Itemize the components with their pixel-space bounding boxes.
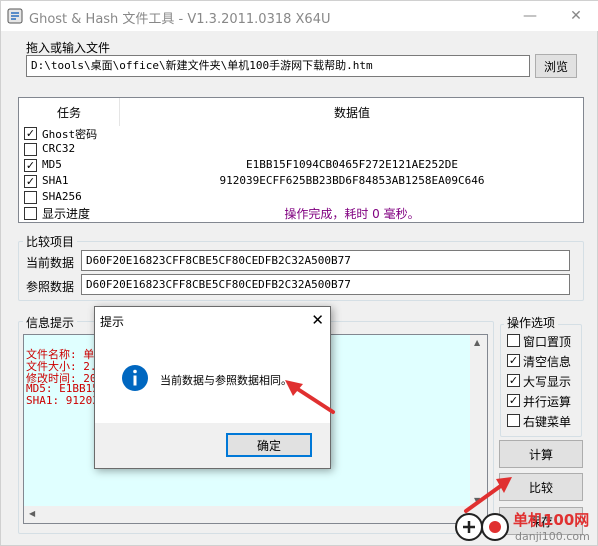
close-button[interactable]: ✕ bbox=[553, 1, 598, 31]
ok-button[interactable]: 确定 bbox=[226, 433, 312, 457]
close-icon: ✕ bbox=[570, 8, 582, 24]
current-data-input[interactable]: D60F20E16823CFF8CBE5CF80CEDFB2C32A500B77 bbox=[81, 250, 570, 271]
watermark-title: 单机100网 bbox=[513, 511, 590, 529]
checkbox-topmost[interactable] bbox=[507, 334, 520, 347]
checkbox-context-menu[interactable] bbox=[507, 414, 520, 427]
row-name: SHA1 bbox=[42, 174, 69, 187]
option-label: 并行运算 bbox=[523, 395, 572, 409]
row-name: 显示进度 bbox=[42, 207, 91, 221]
info-group-title: 信息提示 bbox=[23, 314, 78, 331]
row-name: Ghost密码 bbox=[42, 128, 98, 141]
row-value: E1BB15F1094CB0465F272E121AE252DE bbox=[246, 158, 458, 171]
row-value: 912039ECFF625BB23BD6F84853AB1258EA09C646 bbox=[219, 174, 485, 187]
table-row-sha256: SHA256 bbox=[19, 189, 583, 205]
row-name: CRC32 bbox=[42, 142, 76, 155]
dialog-close-icon[interactable]: ✕ bbox=[311, 311, 324, 329]
title-bar: Ghost & Hash 文件工具 - V1.3.2011.0318 X64U … bbox=[1, 1, 598, 31]
minimize-button[interactable]: — bbox=[507, 1, 553, 31]
reference-data-label: 参照数据 bbox=[26, 280, 75, 294]
checkbox-uppercase[interactable]: ✓ bbox=[507, 374, 520, 387]
dialog-title-bar: 提示 ✕ bbox=[95, 307, 330, 333]
column-header-value: 数据值 bbox=[333, 105, 370, 120]
app-icon bbox=[7, 8, 23, 24]
column-header-task: 任务 bbox=[56, 105, 81, 120]
table-row-md5: ✓ MD5 E1BB15F1094CB0465F272E121AE252DE bbox=[19, 157, 583, 173]
scroll-up-icon[interactable]: ▲ bbox=[474, 338, 480, 347]
hash-table: 任务 数据值 ✓ Ghost密码 CRC32 ✓ MD5 E1BB15F1094… bbox=[18, 97, 584, 223]
table-row-crc32: CRC32 bbox=[19, 141, 583, 157]
dialog-title: 提示 bbox=[100, 315, 125, 329]
current-data-label: 当前数据 bbox=[26, 256, 75, 270]
checkbox-crc32[interactable] bbox=[24, 143, 37, 156]
browse-button[interactable]: 浏览 bbox=[535, 54, 577, 78]
main-window: Ghost & Hash 文件工具 - V1.3.2011.0318 X64U … bbox=[0, 0, 598, 546]
checkbox-ghost[interactable]: ✓ bbox=[24, 127, 37, 140]
info-icon bbox=[122, 365, 148, 391]
checkbox-parallel[interactable]: ✓ bbox=[507, 394, 520, 407]
row-name: SHA256 bbox=[42, 190, 82, 203]
watermark-url: danji100.com bbox=[515, 530, 590, 543]
watermark: 单机100网 danji100.com bbox=[453, 503, 598, 546]
option-label: 清空信息 bbox=[523, 355, 572, 369]
watermark-logo-icon bbox=[455, 513, 509, 541]
annotation-arrow-icon bbox=[285, 380, 335, 414]
row-name: MD5 bbox=[42, 158, 62, 171]
checkbox-md5[interactable]: ✓ bbox=[24, 159, 37, 172]
options-group-title: 操作选项 bbox=[504, 314, 559, 331]
table-row-sha1: ✓ SHA1 912039ECFF625BB23BD6F84853AB1258E… bbox=[19, 173, 583, 189]
calculate-button[interactable]: 计算 bbox=[499, 440, 583, 468]
minimize-icon: — bbox=[523, 8, 537, 24]
checkbox-clear-info[interactable]: ✓ bbox=[507, 354, 520, 367]
option-label: 大写显示 bbox=[523, 375, 572, 389]
checkbox-progress[interactable] bbox=[24, 207, 37, 220]
status-message: 操作完成，耗时 0 毫秒。 bbox=[284, 207, 420, 221]
dialog-message: 当前数据与参照数据相同。 bbox=[160, 374, 292, 387]
option-label: 窗口置顶 bbox=[523, 335, 572, 349]
scroll-left-icon[interactable]: ◀ bbox=[29, 509, 35, 518]
window-title: Ghost & Hash 文件工具 - V1.3.2011.0318 X64U bbox=[29, 12, 331, 27]
compare-group-title: 比较项目 bbox=[23, 233, 78, 250]
reference-data-input[interactable]: D60F20E16823CFF8CBE5CF80CEDFB2C32A500B77 bbox=[81, 274, 570, 295]
checkbox-sha256[interactable] bbox=[24, 191, 37, 204]
horizontal-scrollbar[interactable]: ◀ bbox=[24, 506, 487, 523]
file-path-input[interactable]: D:\tools\桌面\office\新建文件夹\单机100手游网下载帮助.ht… bbox=[26, 55, 530, 77]
table-row-progress: 显示进度 操作完成，耗时 0 毫秒。 bbox=[19, 205, 583, 221]
file-label: 拖入或输入文件 bbox=[26, 41, 111, 55]
option-label: 右键菜单 bbox=[523, 415, 572, 429]
checkbox-sha1[interactable]: ✓ bbox=[24, 175, 37, 188]
table-row-ghost: ✓ Ghost密码 bbox=[19, 125, 583, 141]
